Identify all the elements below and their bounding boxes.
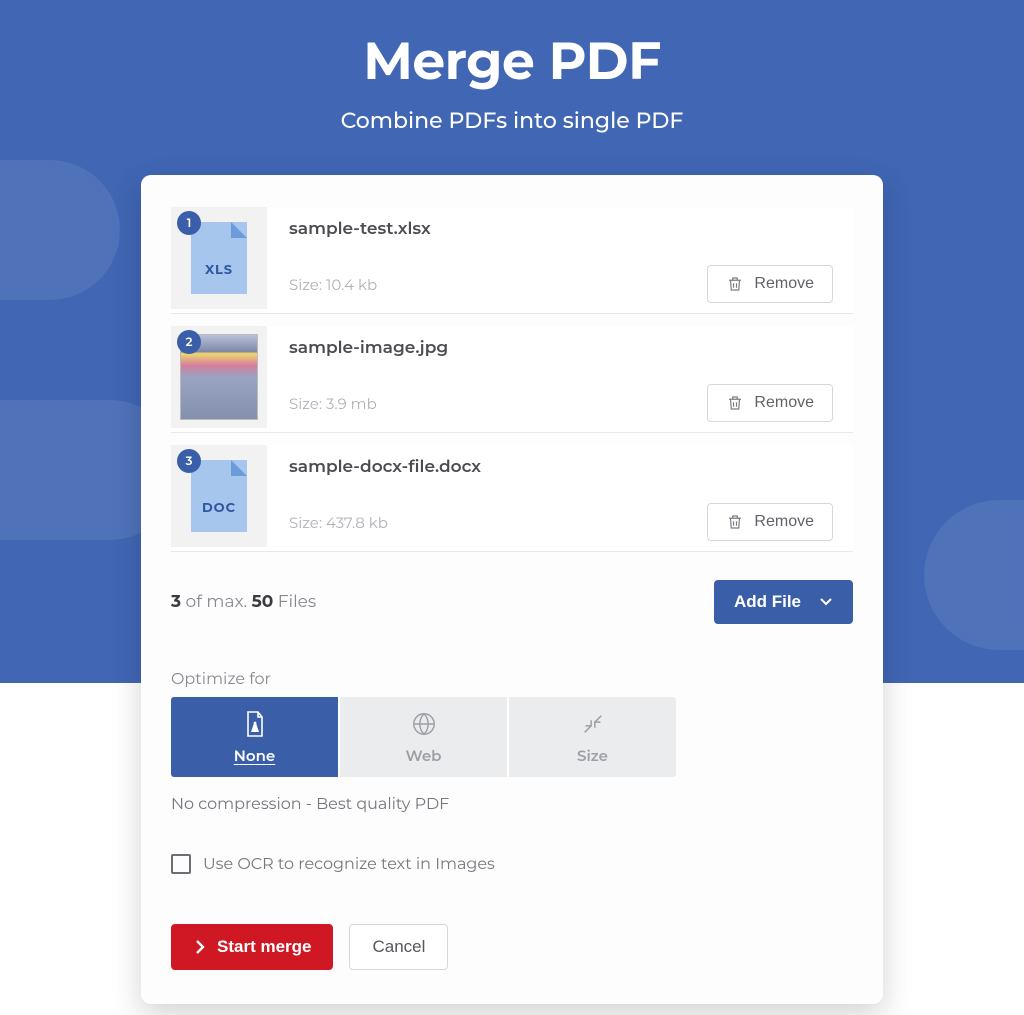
optimize-option-web[interactable]: Web: [340, 697, 509, 777]
ocr-label: Use OCR to recognize text in Images: [203, 855, 495, 874]
remove-button[interactable]: Remove: [707, 384, 833, 422]
page-subtitle: Combine PDFs into single PDF: [0, 107, 1024, 134]
file-thumbnail: 2: [171, 326, 267, 428]
remove-button[interactable]: Remove: [707, 265, 833, 303]
optimize-web-label: Web: [406, 746, 442, 765]
file-extension-label: XLS: [191, 262, 247, 278]
optimize-for-label: Optimize for: [171, 670, 853, 689]
ocr-checkbox[interactable]: [171, 854, 191, 874]
file-size: Size: 437.8 kb: [289, 513, 388, 532]
file-name: sample-test.xlsx: [289, 219, 833, 239]
file-size: Size: 10.4 kb: [289, 275, 377, 294]
xls-file-icon: XLS: [191, 222, 247, 294]
file-name: sample-docx-file.docx: [289, 457, 833, 477]
optimize-segmented-control: None Web Size: [171, 697, 676, 777]
file-index-badge: 1: [177, 211, 201, 235]
file-counter: 3 of max. 50 Files: [171, 592, 316, 612]
cloud-decoration: [924, 500, 1024, 650]
file-extension-label: DOC: [191, 500, 247, 516]
file-thumbnail: 3 DOC: [171, 445, 267, 547]
globe-icon: [411, 710, 437, 738]
optimize-size-label: Size: [577, 746, 608, 765]
doc-file-icon: DOC: [191, 460, 247, 532]
trash-icon: [726, 512, 744, 532]
file-row[interactable]: 1 XLS sample-test.xlsx Size: 10.4 kb: [171, 207, 853, 314]
cancel-label: Cancel: [372, 937, 425, 956]
remove-label: Remove: [754, 394, 814, 412]
file-row[interactable]: 2 sample-image.jpg Size: 3.9 mb Remove: [171, 326, 853, 433]
optimize-description: No compression - Best quality PDF: [171, 795, 853, 814]
remove-label: Remove: [754, 275, 814, 293]
trash-icon: [726, 274, 744, 294]
add-file-label: Add File: [734, 592, 801, 612]
remove-button[interactable]: Remove: [707, 503, 833, 541]
optimize-option-size[interactable]: Size: [509, 697, 676, 777]
chevron-down-icon: [819, 597, 833, 607]
file-name: sample-image.jpg: [289, 338, 833, 358]
file-index-badge: 3: [177, 449, 201, 473]
chevron-right-icon: [193, 939, 207, 955]
page-title: Merge PDF: [0, 0, 1024, 93]
cloud-decoration: [0, 160, 120, 300]
compress-icon: [580, 710, 606, 738]
remove-label: Remove: [754, 513, 814, 531]
start-merge-button[interactable]: Start merge: [171, 924, 333, 970]
merge-card: 1 XLS sample-test.xlsx Size: 10.4 kb: [141, 175, 883, 1004]
cancel-button[interactable]: Cancel: [349, 924, 448, 970]
trash-icon: [726, 393, 744, 413]
file-row[interactable]: 3 DOC sample-docx-file.docx Size: 437.8 …: [171, 445, 853, 552]
start-merge-label: Start merge: [217, 937, 311, 957]
file-size: Size: 3.9 mb: [289, 394, 377, 413]
pdf-file-icon: [242, 710, 268, 738]
file-index-badge: 2: [177, 330, 201, 354]
add-file-button[interactable]: Add File: [714, 580, 853, 624]
optimize-option-none[interactable]: None: [171, 697, 340, 777]
file-thumbnail: 1 XLS: [171, 207, 267, 309]
optimize-none-label: None: [234, 746, 275, 765]
